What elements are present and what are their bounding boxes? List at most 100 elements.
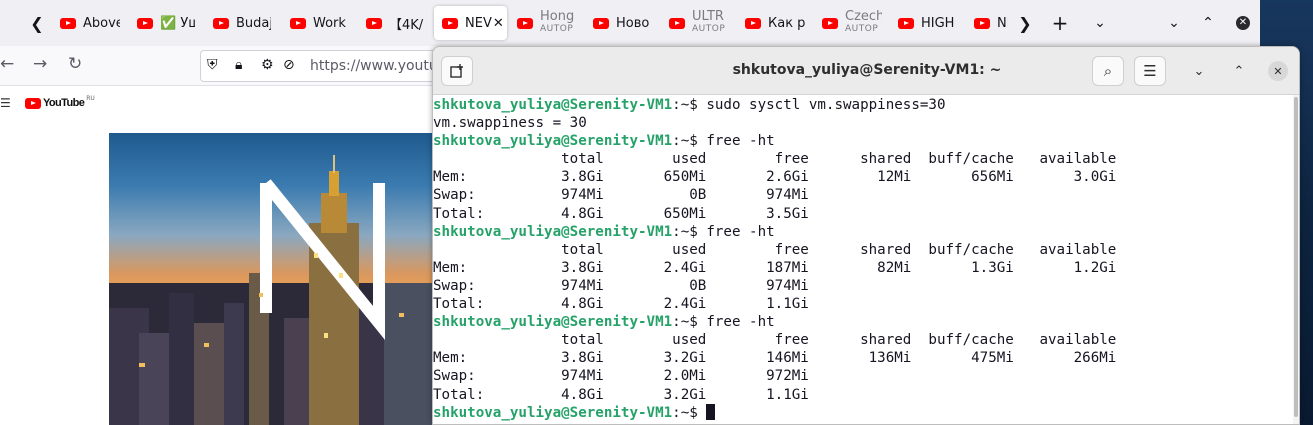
tab-9[interactable]: Как р — [745, 6, 805, 40]
close-button[interactable]: ✕ — [1268, 61, 1288, 81]
tab-1[interactable]: ✅ Уш — [137, 6, 195, 40]
terminal-command-line: shkutova_yuliya@Serenity-VM1:~$ free -ht — [433, 223, 1293, 241]
close-icon: ✕ — [1236, 16, 1250, 30]
command-text: sudo sysctl vm.swappiness=30 — [706, 97, 946, 113]
prompt-suffix: :~$ — [672, 314, 707, 331]
url-text[interactable]: https://www.youtu — [310, 58, 438, 74]
tab-label: Ni — [997, 15, 1008, 31]
maximize-button[interactable]: ⌃ — [1229, 61, 1249, 81]
youtube-icon — [974, 17, 990, 29]
tab-2[interactable]: Budaj — [213, 6, 271, 40]
prompt-suffix: :~$ — [672, 97, 707, 113]
permissions-icon[interactable]: ⚙ — [261, 57, 274, 73]
youtube-icon — [366, 17, 382, 29]
youtube-logo-text: YouTube — [43, 97, 85, 109]
tab-sub-label: AUTOP — [845, 24, 879, 34]
terminal-output-line: vm.swappiness = 30 — [433, 115, 587, 132]
terminal-command-line: shkutova_yuliya@Serenity-VM1:~$ sudo sys… — [433, 96, 1293, 114]
tab-8[interactable]: ULTR AUTOP — [669, 6, 729, 40]
youtube-icon — [669, 17, 685, 29]
tab-12[interactable]: Ni — [974, 6, 1008, 40]
youtube-icon — [517, 17, 533, 29]
chevron-down-icon: ⌄ — [1193, 63, 1205, 79]
terminal-output-line: Total: 4.8Gi 3.2Gi 1.1Gi — [433, 386, 809, 403]
terminal-output-line: Total: 4.8Gi 2.4Gi 1.1Gi — [433, 296, 809, 313]
forward-icon[interactable]: → — [33, 54, 47, 74]
tab-label: ✅ Уш — [160, 15, 195, 31]
tab-label: Как р — [768, 15, 805, 31]
terminal-output-line: Mem: 3.8Gi 650Mi 2.6Gi 12Mi 656Mi 3.0Gi — [433, 169, 1117, 186]
back-icon[interactable]: ← — [0, 54, 14, 74]
terminal-output[interactable]: shkutova_yuliya@Serenity-VM1:~$ sudo sys… — [433, 95, 1293, 424]
tab-label: Above — [83, 15, 120, 31]
terminal-scrollbar[interactable] — [1293, 95, 1299, 424]
list-tabs-icon[interactable]: ⌄ — [1087, 10, 1113, 36]
city-skyline-image — [109, 155, 440, 425]
youtube-icon — [25, 97, 41, 109]
region-code: RU — [86, 94, 95, 102]
terminal-header-bar: shkutova_yuliya@Serenity-VM1: ~ ⌕ ☰ ⌄ ⌃ … — [433, 47, 1299, 95]
command-text: free -ht — [706, 223, 775, 240]
prompt-suffix: :~$ — [672, 223, 707, 240]
tab-4[interactable]: 【4K/ — [366, 6, 424, 40]
youtube-header: ☰ YouTube RU — [0, 87, 440, 121]
search-button[interactable]: ⌕ — [1092, 56, 1124, 86]
autoplay-blocked-icon[interactable]: ⊘ — [283, 57, 295, 73]
tab-3[interactable]: Work — [290, 6, 350, 40]
tab-label: ULTR — [692, 9, 724, 24]
close-window-button[interactable]: ✕ — [1230, 10, 1256, 36]
menu-button[interactable]: ☰ — [1134, 56, 1166, 86]
search-icon: ⌕ — [1103, 62, 1113, 80]
youtube-logo[interactable]: YouTube RU — [25, 94, 95, 109]
hamburger-menu-icon[interactable]: ☰ — [0, 96, 11, 110]
youtube-icon — [898, 17, 914, 29]
terminal-command-line: shkutova_yuliya@Serenity-VM1:~$ — [433, 403, 1293, 422]
tab-11[interactable]: HIGH — [898, 6, 958, 40]
youtube-icon — [745, 17, 761, 29]
reload-icon[interactable]: ↻ — [68, 54, 82, 74]
tab-6[interactable]: Hong AUTOP — [517, 6, 577, 40]
tab-10[interactable]: Czech AUTOP — [822, 6, 882, 40]
youtube-icon — [442, 17, 458, 29]
minimize-button[interactable]: ⌄ — [1189, 61, 1209, 81]
tab-7[interactable]: Ново — [593, 6, 651, 40]
tracking-protection-icon[interactable]: ⛨ — [207, 57, 218, 73]
video-thumbnail[interactable] — [109, 133, 440, 425]
terminal-output-line: Total: 4.8Gi 650Mi 3.5Gi — [433, 205, 809, 222]
youtube-icon — [60, 17, 76, 29]
tab-label: Ново — [616, 15, 650, 31]
address-bar[interactable]: ⛨ 🔒︎ ⚙ ⊘ https://www.youtu — [200, 50, 440, 82]
youtube-icon — [290, 17, 306, 29]
tab-5-active[interactable]: NEV ✕ — [434, 6, 507, 40]
terminal-window: shkutova_yuliya@Serenity-VM1: ~ ⌕ ☰ ⌄ ⌃ … — [432, 46, 1300, 425]
shell-prompt: shkutova_yuliya@Serenity-VM1 — [433, 404, 673, 421]
tab-0[interactable]: Above — [60, 6, 120, 40]
scrollbar-thumb[interactable] — [1294, 97, 1298, 417]
command-text: free -ht — [706, 314, 775, 331]
tab-label: 【4K/ — [389, 17, 424, 33]
lock-icon[interactable]: 🔒︎ — [235, 57, 242, 73]
tab-scroll-left-icon[interactable]: ❮ — [24, 10, 50, 36]
new-tab-icon[interactable]: + — [1047, 10, 1073, 36]
terminal-output-line: total used free shared buff/cache availa… — [433, 241, 1117, 258]
maximize-window-icon[interactable]: ⌃ — [1195, 10, 1221, 36]
tab-sub-label: AUTOP — [540, 24, 574, 34]
tab-label: Work — [313, 15, 346, 31]
tab-scroll-right-icon[interactable]: ❯ — [1012, 10, 1038, 36]
terminal-output-line: Mem: 3.8Gi 3.2Gi 146Mi 136Mi 475Mi 266Mi — [433, 350, 1117, 367]
text-cursor — [706, 403, 716, 420]
minimize-window-icon[interactable]: ⌄ — [1161, 10, 1187, 36]
tab-label: NEV — [465, 15, 492, 31]
terminal-output-line: Swap: 974Mi 0B 974Mi — [433, 187, 809, 204]
tab-sub-label: AUTOP — [692, 24, 726, 34]
terminal-output-line: total used free shared buff/cache availa… — [433, 151, 1117, 168]
chevron-up-icon: ⌃ — [1233, 63, 1245, 79]
tab-label: Budaj — [236, 15, 271, 31]
youtube-icon — [593, 17, 609, 29]
youtube-icon — [137, 17, 153, 29]
shell-prompt: shkutova_yuliya@Serenity-VM1 — [433, 133, 673, 150]
close-tab-icon[interactable]: ✕ — [493, 16, 504, 31]
terminal-title: shkutova_yuliya@Serenity-VM1: ~ — [732, 62, 1002, 78]
hamburger-menu-icon: ☰ — [1143, 62, 1157, 80]
tab-label: Hong — [540, 9, 575, 24]
